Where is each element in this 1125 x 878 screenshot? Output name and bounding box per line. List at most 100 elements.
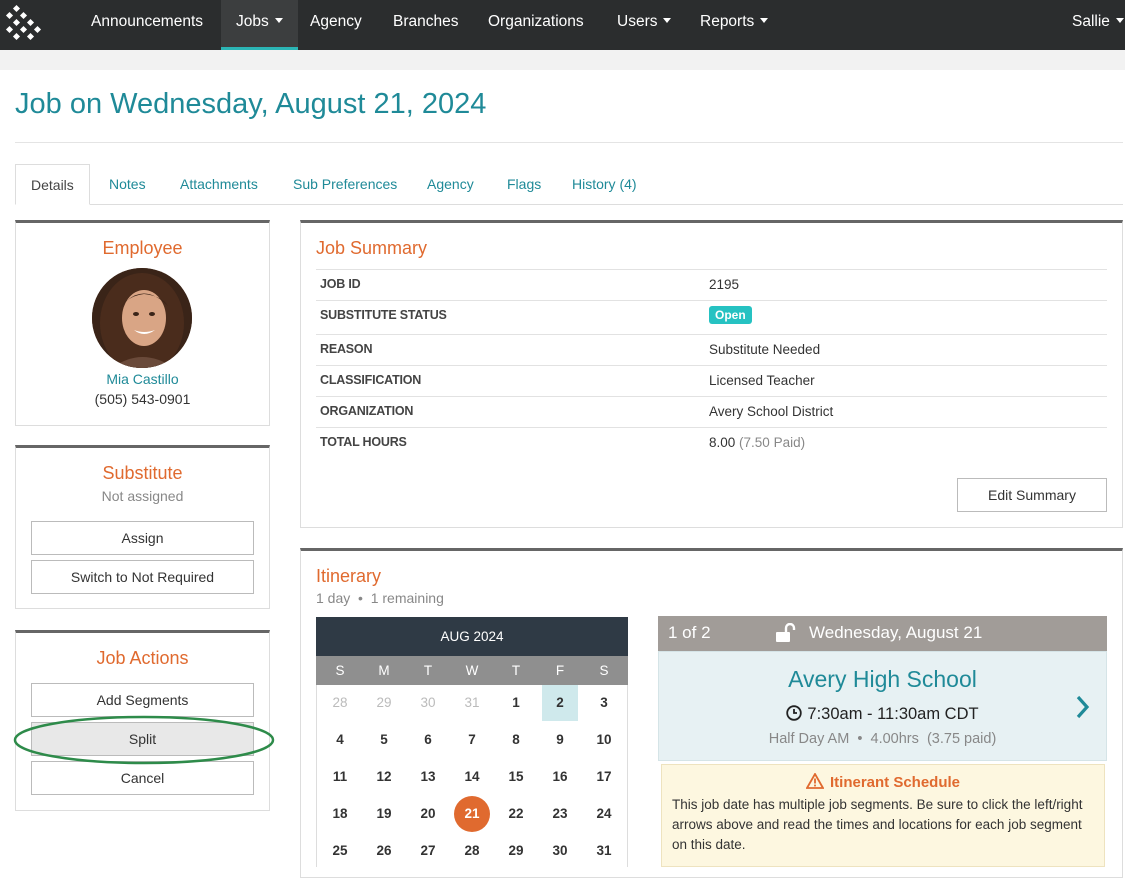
tab-details[interactable]: Details (15, 164, 90, 205)
highlight-ellipse (13, 715, 275, 765)
substitute-status: Not assigned (101, 488, 184, 504)
calendar-day[interactable]: 26 (366, 833, 402, 869)
app-logo-icon[interactable] (4, 4, 44, 44)
summary-row-total-hours: TOTAL HOURS 8.00 (7.50 Paid) (316, 427, 1107, 458)
segment-school[interactable]: Avery High School (659, 666, 1106, 693)
organization-link[interactable]: Avery School District (709, 404, 833, 419)
calendar-day[interactable]: 17 (586, 759, 622, 795)
calendar-day[interactable]: 12 (366, 759, 402, 795)
nav-jobs[interactable]: Jobs (221, 0, 298, 50)
nav-reports[interactable]: Reports (700, 0, 769, 50)
unlock-icon[interactable] (775, 623, 797, 643)
warning-icon (805, 772, 825, 789)
segment-time: 7:30am - 11:30am CDT (659, 705, 1106, 724)
divider (15, 142, 1123, 143)
calendar-day[interactable]: 8 (498, 722, 534, 758)
tab-notes[interactable]: Notes (109, 164, 146, 205)
calendar-day[interactable]: 1 (498, 685, 534, 721)
calendar-weekdays: S M T W T F S (316, 656, 628, 685)
substitute-heading: Substitute (102, 463, 183, 483)
employee-avatar (92, 268, 192, 368)
calendar-grid: 28 29 30 31 1 2 3 4 5 6 7 8 9 10 11 12 13 14 15 16 17 18 19 20 2… (316, 685, 628, 867)
calendar-day[interactable]: 10 (586, 722, 622, 758)
weekday-label: F (555, 663, 565, 678)
calendar-day[interactable]: 2 (542, 685, 578, 721)
chevron-down-icon (274, 18, 283, 23)
calendar-month: AUG 2024 (316, 617, 628, 656)
chevron-right-icon[interactable] (1075, 694, 1091, 720)
calendar-day[interactable]: 25 (322, 833, 358, 869)
tab-agency[interactable]: Agency (427, 164, 474, 205)
segment-details: Half Day AM • 4.00hrs (3.75 paid) (768, 731, 997, 747)
calendar-day[interactable]: 15 (498, 759, 534, 795)
calendar-day[interactable]: 16 (542, 759, 578, 795)
nav-organizations[interactable]: Organizations (488, 0, 584, 50)
employee-heading: Employee (102, 238, 183, 258)
calendar-day[interactable]: 6 (410, 722, 446, 758)
tab-attachments[interactable]: Attachments (180, 164, 258, 205)
nav-branches[interactable]: Branches (393, 0, 458, 50)
itinerary-heading: Itinerary (316, 566, 382, 586)
calendar-day[interactable]: 5 (366, 722, 402, 758)
chevron-down-icon (1115, 18, 1124, 23)
calendar-day[interactable]: 30 (542, 833, 578, 869)
calendar-day[interactable]: 23 (542, 796, 578, 832)
segment-header: 1 of 2 Wednesday, August 21 (658, 616, 1107, 651)
calendar-day[interactable]: 22 (498, 796, 534, 832)
summary-row-job-id: JOB ID 2195 (316, 269, 1107, 300)
calendar-day[interactable]: 31 (454, 685, 490, 721)
avatar-photo-icon (92, 268, 192, 368)
calendar-day[interactable]: 7 (454, 722, 490, 758)
summary-row-reason: REASON Substitute Needed (316, 334, 1107, 365)
calendar-day[interactable]: 28 (322, 685, 358, 721)
cancel-job-button[interactable]: Cancel (31, 761, 254, 795)
calendar-day[interactable]: 29 (366, 685, 402, 721)
weekday-label: T (423, 663, 433, 678)
calendar-day[interactable]: 28 (454, 833, 490, 869)
tab-flags[interactable]: Flags (507, 164, 541, 205)
nav-users[interactable]: Users (617, 0, 672, 50)
job-actions-heading: Job Actions (96, 648, 189, 668)
assign-button[interactable]: Assign (31, 521, 254, 555)
employee-name-link[interactable]: Mia Castillo (15, 371, 270, 387)
weekday-label: S (599, 663, 609, 678)
edit-summary-button[interactable]: Edit Summary (957, 478, 1107, 512)
calendar-day[interactable]: 18 (322, 796, 358, 832)
user-menu[interactable]: Sallie (1072, 0, 1124, 50)
warning-text: This job date has multiple job segments.… (672, 797, 1083, 852)
weekday-label: T (511, 663, 521, 678)
page-title: Job on Wednesday, August 21, 2024 (15, 88, 487, 120)
calendar-day[interactable]: 29 (498, 833, 534, 869)
calendar-day[interactable]: 21 (454, 796, 490, 832)
summary-row-substitute-status: SUBSTITUTE STATUS Open (316, 300, 1107, 334)
tab-sub-preferences[interactable]: Sub Preferences (293, 164, 397, 205)
calendar-day[interactable]: 19 (366, 796, 402, 832)
top-nav: Announcements Jobs Agency Branches Organ… (0, 0, 1125, 50)
calendar-day[interactable]: 31 (586, 833, 622, 869)
summary-row-organization: ORGANIZATION Avery School District (316, 396, 1107, 427)
calendar-day[interactable]: 14 (454, 759, 490, 795)
calendar-day[interactable]: 27 (410, 833, 446, 869)
calendar-day[interactable]: 3 (586, 685, 622, 721)
calendar-day[interactable]: 11 (322, 759, 358, 795)
calendar-day[interactable]: 20 (410, 796, 446, 832)
calendar-day[interactable]: 9 (542, 722, 578, 758)
itinerant-warning: Itinerant Schedule This job date has mul… (661, 764, 1105, 867)
calendar-day[interactable]: 30 (410, 685, 446, 721)
summary-row-classification: CLASSIFICATION Licensed Teacher (316, 365, 1107, 396)
add-segments-button[interactable]: Add Segments (31, 683, 254, 717)
calendar-day[interactable]: 13 (410, 759, 446, 795)
calendar-day[interactable]: 24 (586, 796, 622, 832)
switch-to-not-required-button[interactable]: Switch to Not Required (31, 560, 254, 594)
segment-date: Wednesday, August 21 (809, 623, 983, 642)
chevron-down-icon (760, 18, 769, 23)
employee-phone: (505) 543-0901 (94, 391, 191, 407)
nav-announcements[interactable]: Announcements (91, 0, 203, 50)
nav-agency[interactable]: Agency (310, 0, 362, 50)
calendar-day[interactable]: 4 (322, 722, 358, 758)
weekday-label: W (465, 663, 479, 678)
itinerary-meta: 1 day • 1 remaining (316, 590, 444, 606)
page-top-band (0, 50, 1125, 70)
tab-history[interactable]: History (4) (572, 164, 637, 205)
weekday-label: M (378, 663, 390, 678)
